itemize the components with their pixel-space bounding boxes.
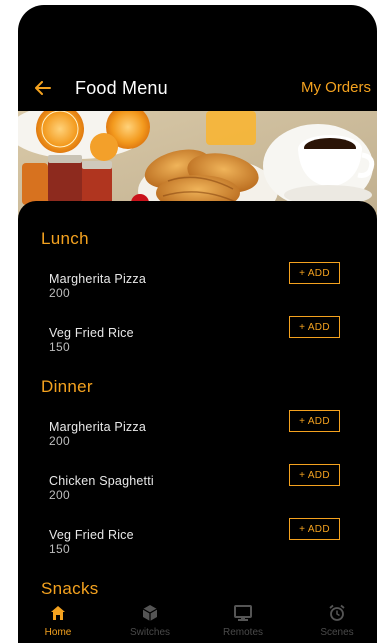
back-button[interactable] <box>32 77 54 99</box>
alarm-clock-icon <box>329 604 345 621</box>
menu-item-name: Margherita Pizza <box>49 420 146 434</box>
bottom-tab-bar: Home Switches Remotes Scenes <box>18 595 377 643</box>
tab-scenes[interactable]: Scenes <box>302 595 372 643</box>
add-button[interactable]: + ADD <box>289 518 340 540</box>
menu-item-name: Veg Fried Rice <box>49 326 134 340</box>
section-title-lunch: Lunch <box>41 229 89 248</box>
menu-item-price: 200 <box>49 488 70 502</box>
add-button[interactable]: + ADD <box>289 316 340 338</box>
menu-item-name: Chicken Spaghetti <box>49 474 154 488</box>
section-title-dinner: Dinner <box>41 377 93 396</box>
tab-remotes[interactable]: Remotes <box>208 595 278 643</box>
tab-label: Home <box>44 627 72 638</box>
home-icon <box>51 606 65 620</box>
tab-label: Switches <box>129 627 170 638</box>
app-header: Food Menu My Orders <box>18 67 377 111</box>
page-title: Food Menu <box>75 78 168 98</box>
menu-item-price: 200 <box>49 434 70 448</box>
menu-item-price: 150 <box>49 542 70 556</box>
menu-content: Lunch Margherita Pizza 200 + ADD Veg Fri… <box>18 201 377 643</box>
back-arrow-icon <box>35 81 51 95</box>
monitor-icon <box>234 605 252 621</box>
menu-item-price: 200 <box>49 286 70 300</box>
add-button[interactable]: + ADD <box>289 262 340 284</box>
menu-item-name: Margherita Pizza <box>49 272 146 286</box>
tab-switches[interactable]: Switches <box>115 595 185 643</box>
app-screen: Food Menu My Orders Lunch Margherita Piz… <box>18 5 377 643</box>
add-button[interactable]: + ADD <box>289 464 340 486</box>
my-orders-link[interactable]: My Orders <box>301 79 371 96</box>
cube-icon <box>142 605 158 621</box>
menu-item-price: 150 <box>49 340 70 354</box>
tab-label: Remotes <box>222 627 263 638</box>
menu-item-name: Veg Fried Rice <box>49 528 134 542</box>
tab-label: Scenes <box>320 627 354 638</box>
tab-home[interactable]: Home <box>23 595 93 643</box>
add-button[interactable]: + ADD <box>289 410 340 432</box>
